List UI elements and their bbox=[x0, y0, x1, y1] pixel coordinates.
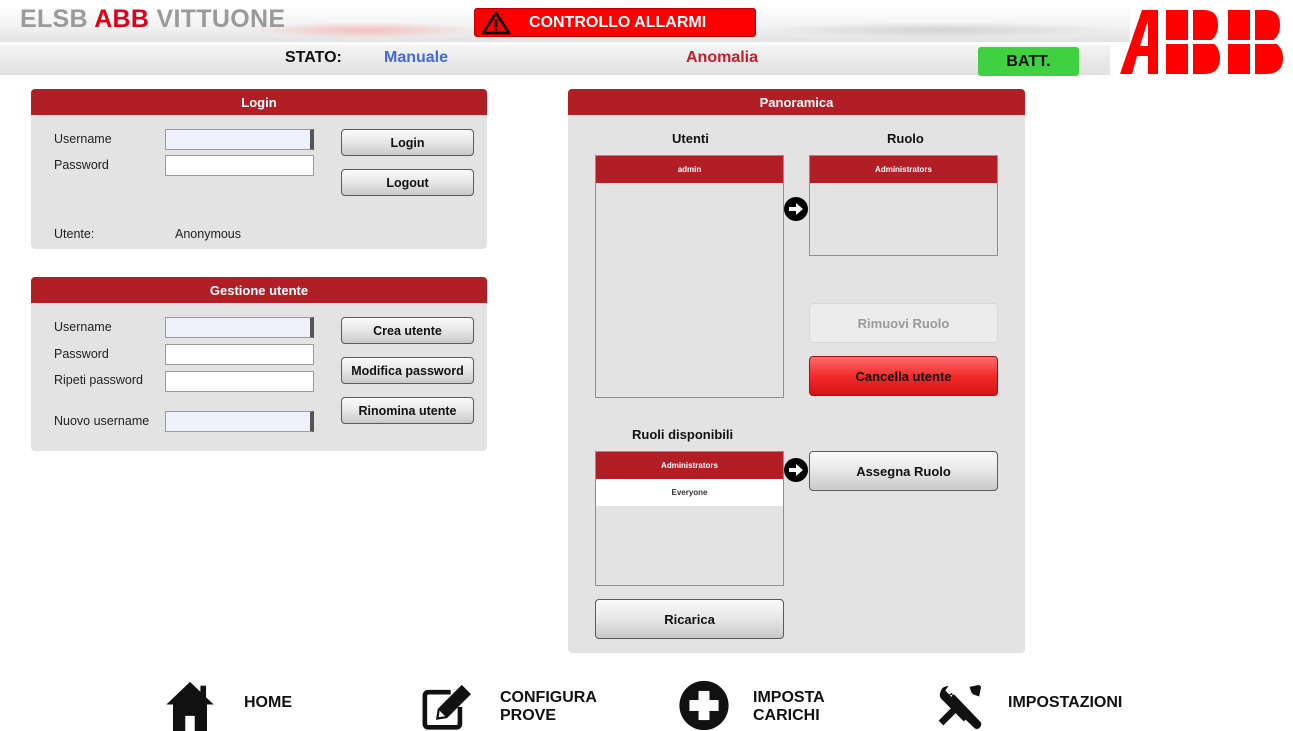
nav-settings-label: IMPOSTAZIONI bbox=[1008, 694, 1123, 711]
login-password-label: Password bbox=[54, 158, 109, 172]
um-repeat-password-input[interactable] bbox=[165, 371, 314, 392]
user-roles-list[interactable]: Administrators bbox=[809, 155, 998, 256]
overview-panel: Panoramica Utenti Ruolo admin Administra… bbox=[568, 89, 1025, 653]
list-item[interactable]: Administrators bbox=[810, 156, 997, 183]
um-password-input[interactable] bbox=[165, 344, 314, 365]
login-panel: Login Username Password Login Logout Ute… bbox=[31, 89, 487, 249]
remove-role-button[interactable]: Rimuovi Ruolo bbox=[809, 303, 998, 343]
current-user-value: Anonymous bbox=[175, 227, 242, 241]
login-username-label: Username bbox=[54, 132, 112, 146]
home-icon bbox=[166, 681, 214, 731]
arrow-right-icon bbox=[784, 197, 808, 221]
list-item[interactable]: Everyone bbox=[596, 479, 783, 506]
um-password-label: Password bbox=[54, 347, 109, 361]
login-password-input[interactable] bbox=[165, 155, 314, 176]
stato-label: STATO: bbox=[285, 49, 342, 66]
nav-loads-label-1: IMPOSTA bbox=[753, 689, 825, 706]
alarm-label: CONTROLLO ALLARMI bbox=[529, 13, 707, 31]
tools-icon bbox=[938, 684, 982, 730]
status-bar bbox=[0, 45, 1110, 75]
login-button[interactable]: Login bbox=[341, 129, 474, 156]
abb-logo bbox=[1120, 10, 1285, 74]
nav-home-label: HOME bbox=[244, 694, 292, 711]
alarm-control-button[interactable]: CONTROLLO ALLARMI bbox=[474, 8, 756, 37]
user-management-panel: Gestione utente Username Password Ripeti… bbox=[31, 277, 487, 451]
modify-password-button[interactable]: Modifica password bbox=[341, 357, 474, 384]
um-repeat-password-label: Ripeti password bbox=[54, 373, 143, 387]
plus-circle-icon bbox=[679, 680, 729, 731]
um-new-username-label: Nuovo username bbox=[54, 414, 150, 428]
list-item[interactable]: admin bbox=[596, 156, 783, 183]
nav-configure-label-1: CONFIGURA bbox=[500, 689, 597, 706]
assign-role-button[interactable]: Assegna Ruolo bbox=[809, 451, 998, 491]
list-item[interactable]: Administrators bbox=[596, 452, 783, 479]
reload-button[interactable]: Ricarica bbox=[595, 599, 784, 639]
delete-user-button[interactable]: Cancella utente bbox=[809, 356, 998, 396]
available-roles-list[interactable]: Administrators Everyone bbox=[595, 451, 784, 586]
app-title: ELSB ABB VITTUONE bbox=[20, 5, 286, 33]
users-list[interactable]: admin bbox=[595, 155, 784, 398]
edit-icon bbox=[422, 684, 471, 730]
logout-button[interactable]: Logout bbox=[341, 169, 474, 196]
battery-indicator: BATT. bbox=[978, 47, 1079, 76]
current-user-label: Utente: bbox=[54, 227, 95, 241]
role-column-title: Ruolo bbox=[887, 131, 924, 146]
warning-icon bbox=[481, 10, 511, 34]
um-username-label: Username bbox=[54, 320, 112, 334]
stato-value: Manuale bbox=[384, 49, 449, 66]
overview-title: Panoramica bbox=[568, 89, 1025, 115]
available-roles-title: Ruoli disponibili bbox=[632, 427, 734, 442]
nav-loads-label-2: CARICHI bbox=[753, 707, 820, 724]
nav-configure-label-2: PROVE bbox=[500, 707, 557, 724]
login-panel-title: Login bbox=[31, 89, 487, 115]
um-username-input[interactable] bbox=[165, 317, 314, 338]
user-management-title: Gestione utente bbox=[31, 277, 487, 303]
arrow-right-icon bbox=[784, 458, 808, 482]
create-user-button[interactable]: Crea utente bbox=[341, 317, 474, 344]
um-new-username-input[interactable] bbox=[165, 411, 314, 432]
login-username-input[interactable] bbox=[165, 129, 314, 150]
header-swoosh-right bbox=[760, 22, 1120, 38]
rename-user-button[interactable]: Rinomina utente bbox=[341, 397, 474, 424]
anomaly-indicator: Anomalia bbox=[686, 49, 759, 66]
users-column-title: Utenti bbox=[672, 131, 709, 146]
